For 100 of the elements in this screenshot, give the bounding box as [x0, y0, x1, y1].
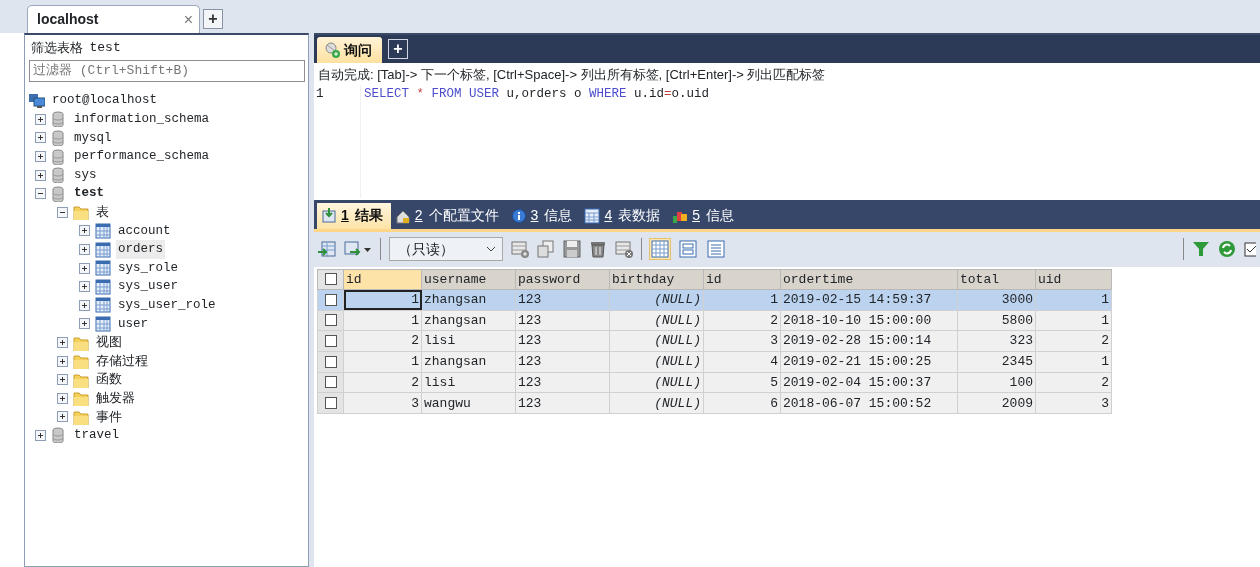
expand-icon[interactable] — [57, 411, 68, 423]
tree-item[interactable]: 触发器 — [94, 388, 137, 408]
column-header[interactable]: ordertime — [780, 269, 958, 290]
tree-item[interactable]: sys_user — [116, 277, 180, 297]
result-tab[interactable]: 5 信息 — [668, 202, 742, 229]
connection-tab[interactable]: localhost × — [27, 5, 200, 33]
expand-icon[interactable] — [35, 169, 46, 181]
expand-icon[interactable] — [79, 299, 90, 311]
tree-item[interactable]: user — [116, 314, 150, 334]
expand-icon[interactable] — [57, 374, 68, 386]
database-icon — [51, 130, 67, 146]
export-dropdown-icon[interactable] — [344, 240, 372, 258]
folder-icon — [73, 353, 89, 370]
row-checkbox[interactable] — [324, 397, 337, 410]
tree-item[interactable]: 函数 — [94, 370, 124, 390]
result-tab[interactable]: 3 信息 — [506, 202, 581, 229]
database-icon — [51, 167, 67, 184]
add-query-button[interactable]: + — [388, 39, 408, 59]
table-icon — [95, 315, 111, 332]
expand-icon[interactable] — [79, 225, 90, 237]
collapse-icon[interactable] — [57, 206, 68, 218]
expand-icon[interactable] — [57, 355, 68, 367]
database-icon — [51, 148, 67, 165]
expand-icon[interactable] — [57, 337, 68, 348]
tree-item[interactable]: performance_schema — [72, 147, 212, 166]
row-checkbox[interactable] — [324, 355, 337, 368]
form-view-icon[interactable] — [678, 239, 698, 259]
tree-item[interactable]: travel — [72, 426, 121, 445]
database-name: test — [89, 39, 121, 57]
table-icon — [584, 207, 601, 224]
row-checkbox[interactable] — [324, 335, 337, 348]
select-all-checkbox[interactable] — [324, 273, 337, 286]
tab-label: localhost — [37, 10, 99, 29]
chevron-icon — [486, 246, 496, 252]
result-tab[interactable]: 4 表数据 — [580, 202, 669, 229]
tree-item[interactable]: sys_role — [116, 258, 180, 278]
collapse-icon[interactable] — [35, 188, 46, 200]
sidebar-title: 筛选表格 — [31, 39, 83, 57]
column-header[interactable]: birthday — [609, 269, 704, 290]
tree-item[interactable]: root@localhost — [50, 91, 160, 111]
folder-icon — [73, 390, 89, 407]
column-header[interactable]: id — [343, 269, 422, 290]
tree-item[interactable]: sys_user_role — [116, 295, 218, 315]
tree-item[interactable]: orders — [116, 240, 165, 259]
expand-icon[interactable] — [35, 151, 46, 163]
column-header[interactable]: uid — [1035, 269, 1112, 290]
expand-icon[interactable] — [57, 392, 68, 404]
row-checkbox[interactable] — [324, 293, 337, 306]
line-number: 1 — [315, 85, 325, 103]
close-button[interactable]: × — [183, 7, 193, 32]
tree-item[interactable]: 视图 — [94, 333, 124, 352]
filter-icon[interactable] — [1192, 240, 1210, 258]
table-icon — [95, 260, 111, 277]
tree-item[interactable]: information_schema — [72, 110, 212, 129]
database-icon — [51, 111, 67, 128]
expand-icon[interactable] — [35, 430, 46, 441]
add-tab-button[interactable]: + — [203, 9, 223, 29]
row-checkbox[interactable] — [324, 314, 337, 327]
expand-icon[interactable] — [79, 244, 90, 256]
query-tab[interactable]: 询问 — [317, 37, 382, 63]
copy-icon[interactable] — [537, 240, 555, 258]
import-icon[interactable] — [318, 240, 336, 258]
expand-icon[interactable] — [35, 132, 46, 144]
database-icon — [51, 185, 67, 202]
folder-icon — [73, 371, 89, 388]
filter-field[interactable]: 过滤器 (Ctrl+Shift+B) — [29, 59, 305, 82]
column-header[interactable]: username — [421, 269, 516, 290]
table-icon — [95, 297, 111, 314]
column-header[interactable]: id — [703, 269, 781, 290]
tree-item[interactable]: test — [72, 184, 106, 204]
expand-icon[interactable] — [79, 281, 90, 293]
tree-item[interactable]: 表 — [94, 203, 111, 222]
row-checkbox[interactable] — [324, 376, 337, 389]
database-icon — [51, 427, 67, 444]
result-icon — [321, 207, 337, 224]
result-tab[interactable]: 2 个配置文件 — [390, 202, 507, 229]
expand-icon[interactable] — [35, 113, 46, 125]
tree-item[interactable]: 存储过程 — [94, 351, 150, 371]
column-header[interactable]: password — [515, 269, 610, 290]
server-icon — [29, 92, 45, 109]
table-icon — [95, 222, 111, 239]
add-row-icon[interactable] — [511, 240, 529, 258]
folder-icon — [73, 334, 89, 351]
tree-item[interactable]: mysql — [72, 128, 114, 148]
tree-item[interactable]: account — [116, 221, 173, 241]
mode-dropdown[interactable]: （只读） — [389, 237, 503, 261]
folder-icon — [73, 204, 89, 221]
save-icon[interactable] — [563, 240, 581, 258]
cancel-icon[interactable] — [615, 240, 633, 258]
tree-item[interactable]: sys — [72, 165, 99, 185]
expand-icon[interactable] — [79, 262, 90, 274]
folder-icon — [73, 408, 89, 425]
checkbox-icon[interactable] — [1244, 241, 1256, 257]
expand-icon[interactable] — [79, 318, 90, 330]
tree-item[interactable]: 事件 — [94, 407, 124, 427]
sql-code[interactable]: SELECT * FROM USER u,orders o WHERE u.id=o.uid — [360, 84, 710, 198]
refresh-icon[interactable] — [1218, 240, 1236, 258]
trash-icon[interactable] — [589, 240, 607, 258]
result-tab[interactable]: 1 结果 — [317, 202, 391, 229]
column-header[interactable]: total — [957, 269, 1036, 290]
